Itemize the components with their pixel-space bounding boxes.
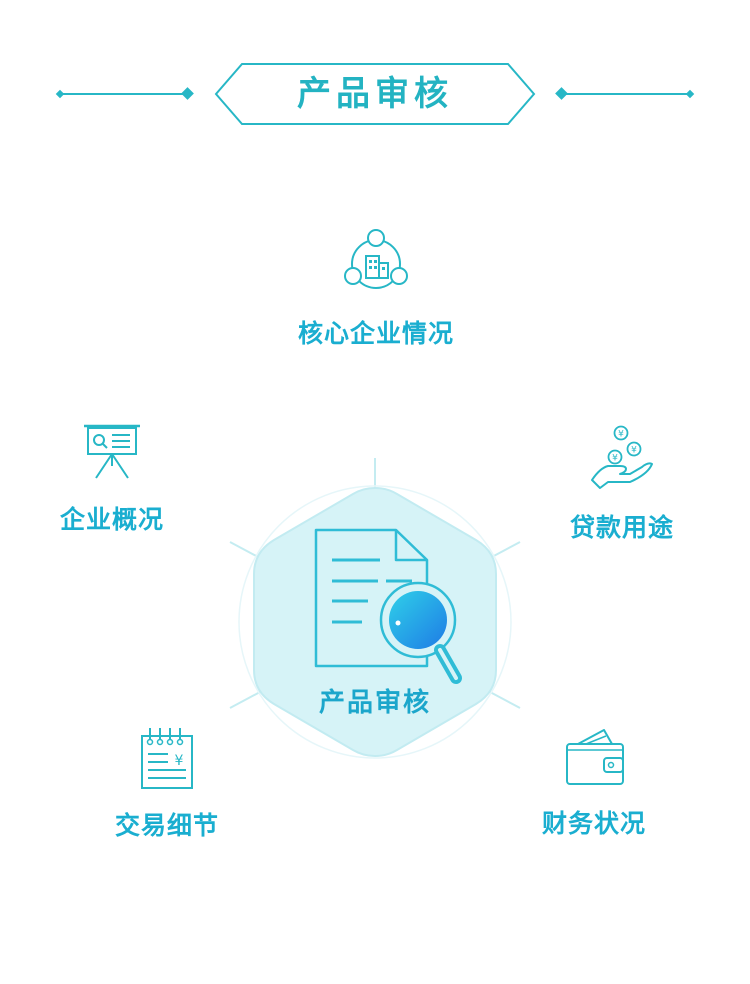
header-left-line — [60, 93, 188, 95]
node-financial-status-label: 财务状况 — [541, 809, 646, 838]
coin-yen-symbol-2: ¥ — [631, 446, 637, 456]
node-transaction-details-label: 交易细节 — [114, 811, 219, 840]
hand-coins-icon: ¥ ¥ ¥ — [591, 425, 653, 489]
header-left-diamond-inner — [181, 87, 194, 100]
page-title: 产品审核 — [297, 74, 453, 114]
center-hub — [229, 458, 521, 759]
header-right-line — [562, 93, 690, 95]
header-right-diamond-inner — [555, 87, 568, 100]
node-loan-purpose-label: 贷款用途 — [569, 513, 674, 542]
center-label: 产品审核 — [318, 688, 431, 718]
coin-yen-symbol-1: ¥ — [618, 430, 624, 440]
notepad-yen-symbol: ¥ — [175, 753, 184, 769]
presentation-board-icon — [84, 424, 140, 479]
node-company-overview-label: 企业概况 — [59, 505, 164, 534]
coin-yen-symbol-3: ¥ — [612, 454, 618, 464]
wallet-icon — [566, 729, 624, 785]
network-building-icon — [344, 229, 408, 289]
header-left-diamond-outer — [55, 89, 65, 99]
node-core-company-label: 核心企业情况 — [297, 319, 454, 348]
notepad-yen-icon: ¥ — [141, 728, 193, 789]
header-right-diamond-outer — [685, 89, 695, 99]
